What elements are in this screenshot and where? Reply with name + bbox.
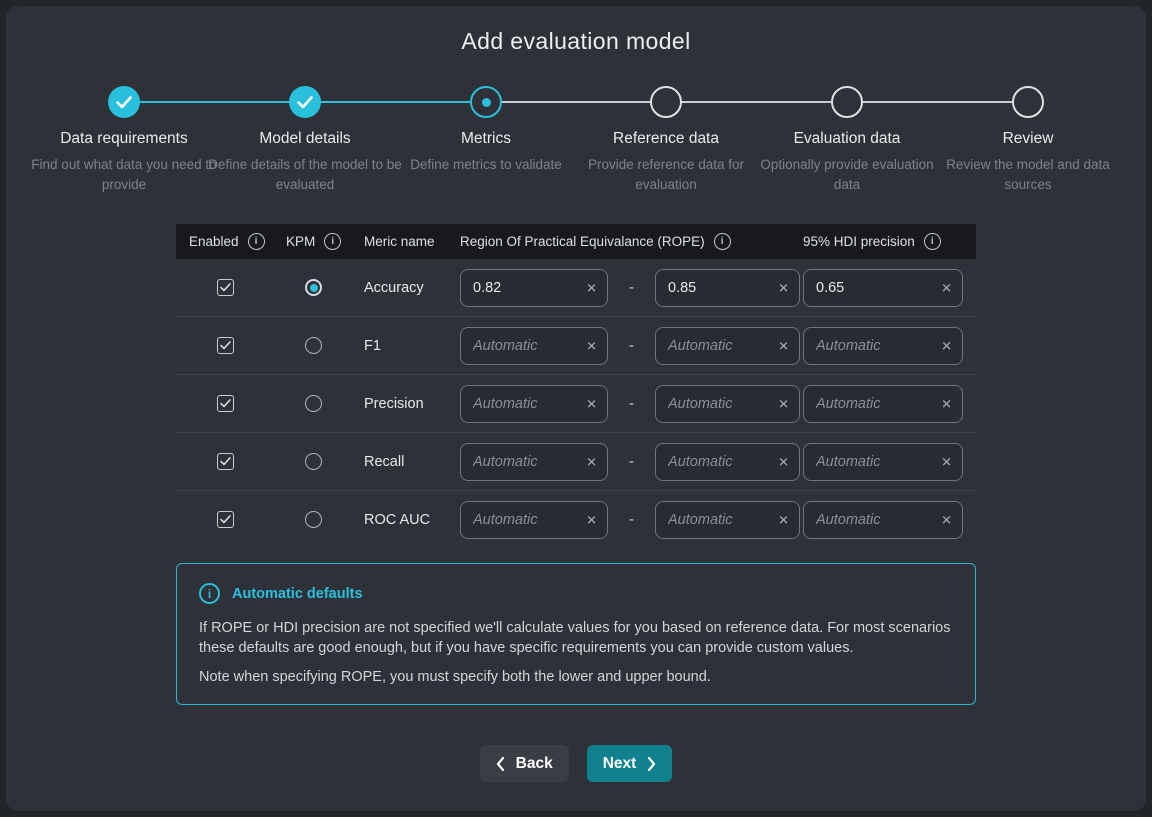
enabled-checkbox[interactable] — [217, 453, 234, 470]
clear-input-icon[interactable]: ✕ — [775, 278, 792, 297]
step-title: Reference data — [566, 130, 766, 148]
add-evaluation-model-dialog: Add evaluation model Data requirements F… — [6, 6, 1146, 811]
chevron-right-icon — [647, 757, 656, 771]
step-title: Model details — [205, 130, 405, 148]
table-row-roc-auc: ROC AUC ✕ - ✕ ✕ — [176, 490, 976, 548]
clear-input-icon[interactable]: ✕ — [775, 452, 792, 471]
range-separator: - — [608, 511, 655, 528]
clear-input-icon[interactable]: ✕ — [583, 510, 600, 529]
info-box-paragraph: If ROPE or HDI precision are not specifi… — [199, 618, 953, 658]
clear-input-icon[interactable]: ✕ — [775, 394, 792, 413]
metric-name: ROC AUC — [364, 512, 430, 528]
clear-input-icon[interactable]: ✕ — [938, 510, 955, 529]
header-rope: Region Of Practical Equivalance (ROPE) — [460, 234, 705, 249]
table-row-recall: Recall ✕ - ✕ ✕ — [176, 432, 976, 490]
range-separator: - — [608, 453, 655, 470]
next-button-label: Next — [603, 755, 637, 773]
info-box-title: Automatic defaults — [232, 586, 363, 602]
clear-input-icon[interactable]: ✕ — [938, 394, 955, 413]
clear-input-icon[interactable]: ✕ — [938, 452, 955, 471]
clear-input-icon[interactable]: ✕ — [583, 336, 600, 355]
enabled-checkbox[interactable] — [217, 337, 234, 354]
step-title: Metrics — [386, 130, 586, 148]
clear-input-icon[interactable]: ✕ — [938, 336, 955, 355]
back-button-label: Back — [516, 755, 553, 773]
metric-name: Recall — [364, 454, 404, 470]
metric-name: Precision — [364, 396, 424, 412]
enabled-info-icon[interactable]: i — [248, 233, 265, 250]
header-metric-name: Meric name — [364, 234, 435, 249]
kpm-radio[interactable] — [305, 511, 322, 528]
metric-name: Accuracy — [364, 280, 424, 296]
info-box-paragraph: Note when specifying ROPE, you must spec… — [199, 667, 953, 687]
kpm-info-icon[interactable]: i — [324, 233, 341, 250]
step-completed-check-icon[interactable] — [289, 86, 321, 118]
clear-input-icon[interactable]: ✕ — [583, 452, 600, 471]
enabled-checkbox[interactable] — [217, 511, 234, 528]
step-upcoming-icon[interactable] — [1012, 86, 1044, 118]
table-row-f1: F1 ✕ - ✕ ✕ — [176, 316, 976, 374]
step-title: Evaluation data — [747, 130, 947, 148]
back-button[interactable]: Back — [480, 745, 569, 782]
wizard-stepper: Data requirements Find out what data you… — [6, 6, 1146, 206]
next-button[interactable]: Next — [587, 745, 673, 782]
table-row-precision: Precision ✕ - ✕ ✕ — [176, 374, 976, 432]
range-separator: - — [608, 279, 655, 296]
header-kpm: KPM — [286, 234, 315, 249]
chevron-left-icon — [496, 757, 505, 771]
metric-name: F1 — [364, 338, 381, 354]
kpm-radio[interactable] — [305, 279, 322, 296]
clear-input-icon[interactable]: ✕ — [775, 510, 792, 529]
step-title: Data requirements — [24, 130, 224, 148]
enabled-checkbox[interactable] — [217, 395, 234, 412]
automatic-defaults-info-box: i Automatic defaults If ROPE or HDI prec… — [176, 563, 976, 705]
clear-input-icon[interactable]: ✕ — [583, 394, 600, 413]
clear-input-icon[interactable]: ✕ — [775, 336, 792, 355]
step-upcoming-icon[interactable] — [831, 86, 863, 118]
step-description: Optionally provide evaluation data — [747, 155, 947, 195]
step-upcoming-icon[interactable] — [650, 86, 682, 118]
step-description: Define details of the model to be evalua… — [205, 155, 405, 195]
clear-input-icon[interactable]: ✕ — [583, 278, 600, 297]
clear-input-icon[interactable]: ✕ — [938, 278, 955, 297]
range-separator: - — [608, 395, 655, 412]
wizard-actions: Back Next — [6, 745, 1146, 782]
table-header: Enabled i KPM i Meric name Region Of Pra… — [176, 224, 976, 259]
header-enabled: Enabled — [189, 234, 239, 249]
stepper-track-upcoming — [486, 101, 1028, 103]
step-active-icon[interactable] — [470, 86, 502, 118]
step-description: Review the model and data sources — [928, 155, 1128, 195]
metrics-table: Enabled i KPM i Meric name Region Of Pra… — [176, 224, 976, 548]
step-description: Define metrics to validate — [386, 155, 586, 175]
rope-info-icon[interactable]: i — [714, 233, 731, 250]
kpm-radio[interactable] — [305, 395, 322, 412]
enabled-checkbox[interactable] — [217, 279, 234, 296]
step-completed-check-icon[interactable] — [108, 86, 140, 118]
kpm-radio[interactable] — [305, 337, 322, 354]
range-separator: - — [608, 337, 655, 354]
step-description: Find out what data you need to provide — [24, 155, 224, 195]
header-hdi-precision: 95% HDI precision — [803, 234, 915, 249]
step-description: Provide reference data for evaluation — [566, 155, 766, 195]
kpm-radio[interactable] — [305, 453, 322, 470]
info-circle-icon: i — [199, 583, 220, 604]
hdi-info-icon[interactable]: i — [924, 233, 941, 250]
step-title: Review — [928, 130, 1128, 148]
table-row-accuracy: Accuracy ✕ - ✕ ✕ — [176, 259, 976, 316]
